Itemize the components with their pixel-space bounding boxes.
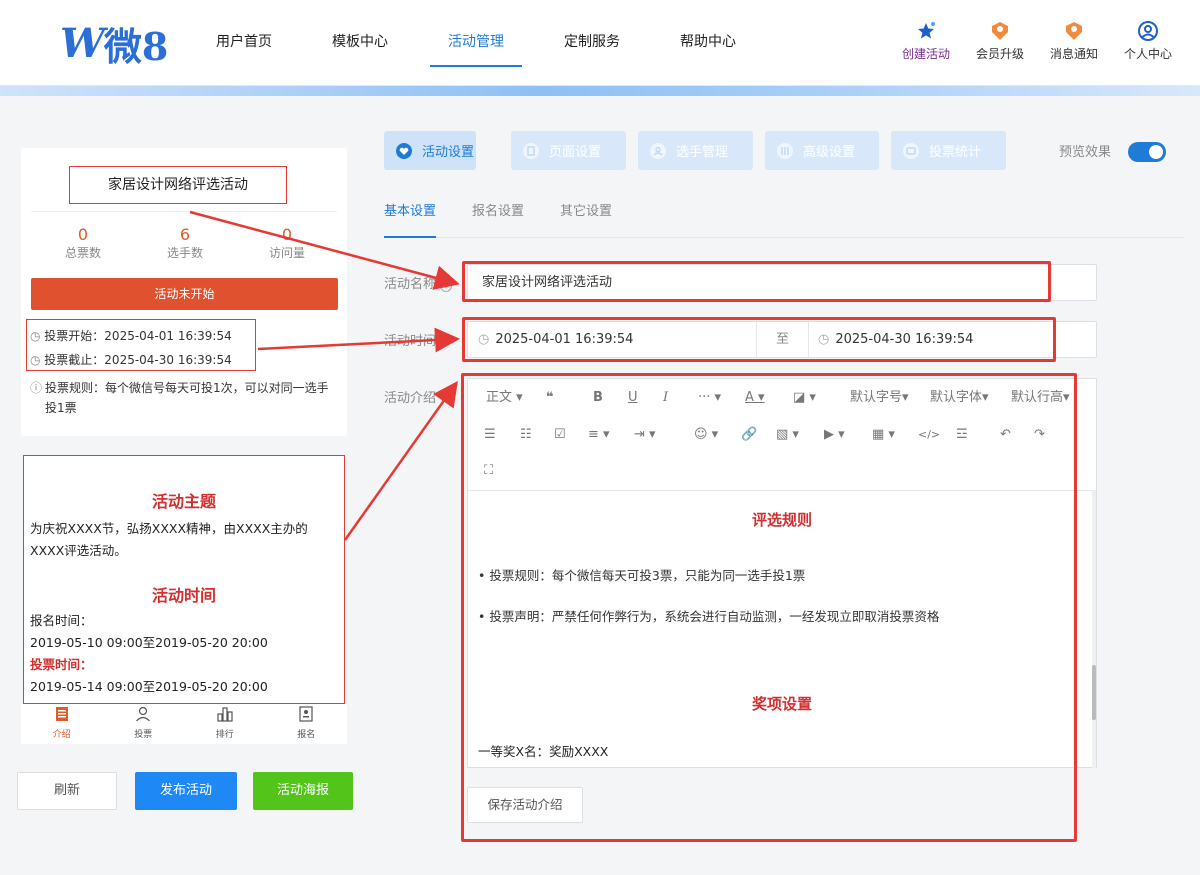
arrow-title-to-name	[189, 210, 460, 290]
annotation-arrows	[189, 210, 460, 541]
arrow-intro-to-editor	[343, 380, 458, 541]
arrow-time-to-time	[257, 327, 460, 353]
